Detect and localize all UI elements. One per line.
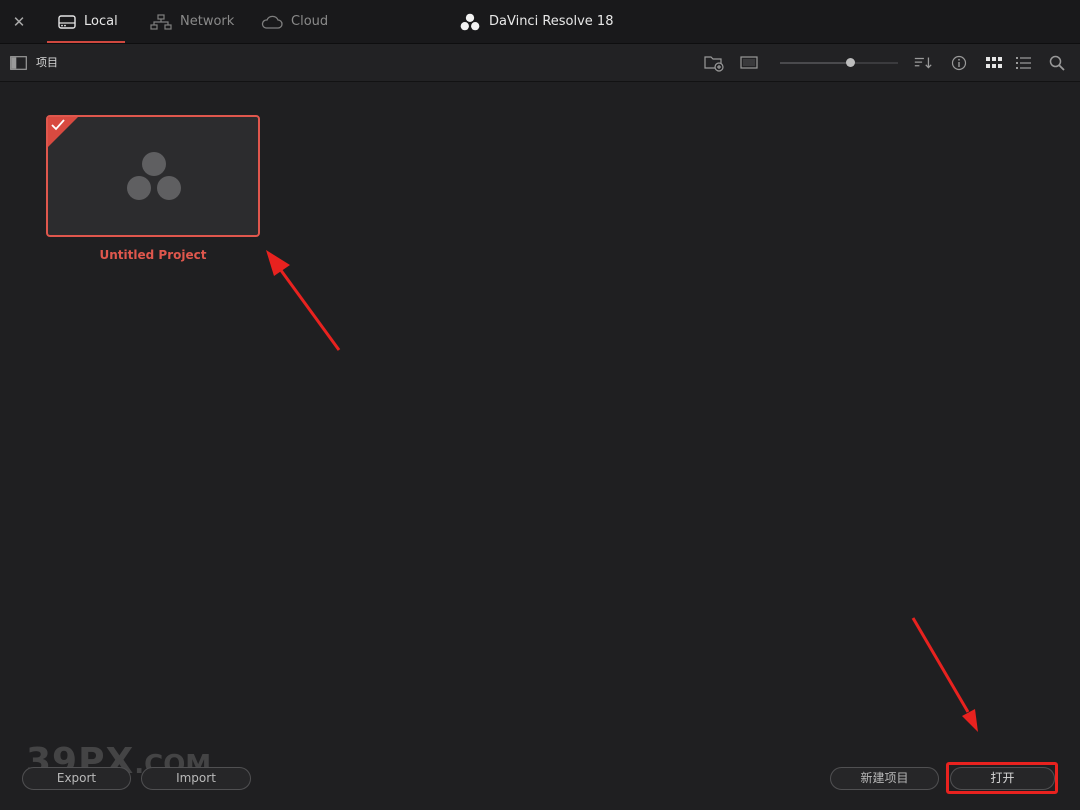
- tab-local[interactable]: Local: [47, 0, 125, 43]
- close-button[interactable]: ✕: [9, 11, 29, 33]
- title-bar: ✕ Local Network Cloud DaVinci Resolve 18: [0, 0, 1080, 44]
- section-label: 项目: [36, 56, 58, 69]
- sort-icon: [914, 57, 932, 69]
- export-button[interactable]: Export: [22, 767, 131, 790]
- tab-label: Network: [180, 14, 235, 29]
- toolbar: 项目: [0, 44, 1080, 82]
- thumbnail-view-icon: [740, 56, 758, 69]
- new-folder-icon: [704, 56, 724, 72]
- zoom-slider[interactable]: [780, 56, 898, 70]
- import-button[interactable]: Import: [141, 767, 251, 790]
- new-project-button[interactable]: 新建项目: [830, 767, 939, 790]
- new-folder-button[interactable]: [704, 53, 724, 73]
- drive-icon: [58, 14, 76, 29]
- search-icon: [1049, 55, 1065, 71]
- check-icon: [51, 119, 65, 131]
- list-view-icon: [1016, 57, 1031, 69]
- info-icon: [951, 55, 967, 71]
- grid-view-icon: [986, 57, 1002, 68]
- network-icon: [150, 13, 172, 30]
- active-tab-indicator: [47, 41, 125, 43]
- app-title-text: DaVinci Resolve 18: [489, 14, 614, 29]
- app-title: DaVinci Resolve 18: [460, 0, 613, 43]
- list-view-button[interactable]: [1014, 53, 1034, 73]
- slider-thumb[interactable]: [846, 58, 855, 67]
- project-name[interactable]: Untitled Project: [46, 248, 260, 262]
- project-thumbnail[interactable]: [46, 115, 260, 237]
- davinci-logo-icon: [127, 152, 181, 200]
- tab-label: Local: [84, 14, 118, 29]
- tab-network[interactable]: Network: [150, 0, 242, 43]
- tab-label: Cloud: [291, 14, 329, 29]
- cloud-icon: [261, 15, 283, 29]
- info-button[interactable]: [949, 53, 969, 73]
- slider-fill: [780, 62, 850, 64]
- open-button[interactable]: 打开: [950, 767, 1055, 790]
- grid-view-button[interactable]: [984, 53, 1004, 73]
- tab-cloud[interactable]: Cloud: [261, 0, 333, 43]
- sort-button[interactable]: [913, 53, 933, 73]
- sidebar-toggle-icon[interactable]: [10, 56, 27, 70]
- davinci-logo-icon: [460, 13, 480, 30]
- thumbnail-view-button[interactable]: [739, 53, 759, 73]
- search-button[interactable]: [1047, 53, 1067, 73]
